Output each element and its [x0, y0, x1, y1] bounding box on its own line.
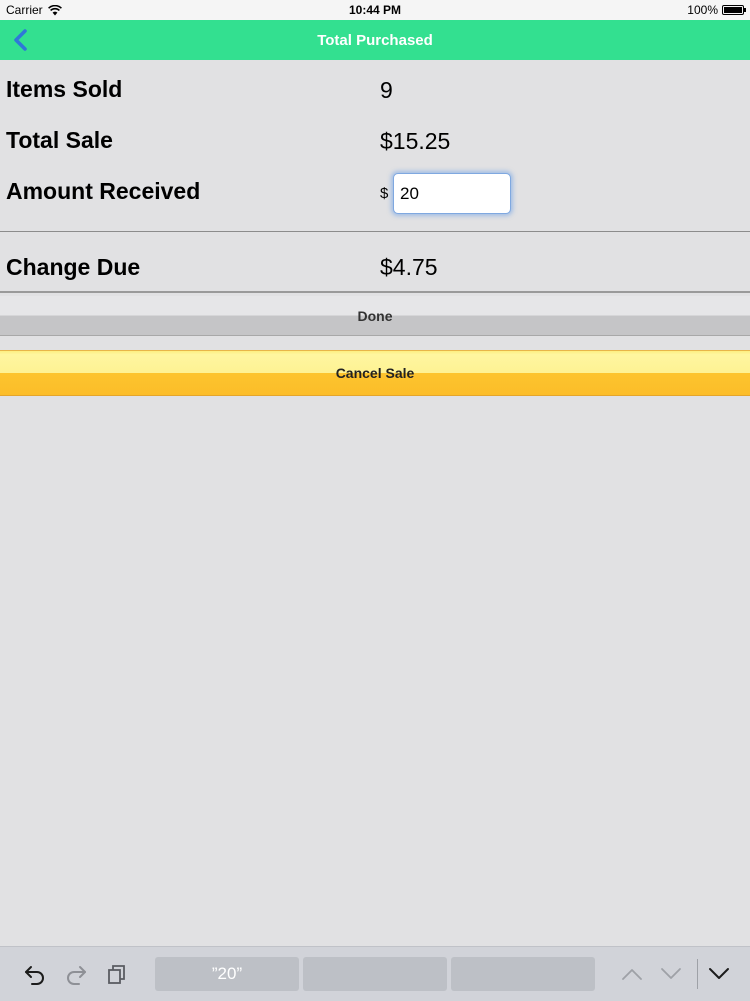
battery-percent: 100% — [687, 3, 718, 17]
page-title: Total Purchased — [317, 32, 433, 49]
suggestion-2[interactable] — [303, 957, 447, 991]
redo-icon[interactable] — [61, 947, 91, 1001]
clipboard-icon[interactable] — [102, 947, 132, 1001]
suggestion-1[interactable]: ”20” — [155, 957, 299, 991]
total-sale-label: Total Sale — [6, 127, 113, 153]
undo-icon[interactable] — [20, 947, 50, 1001]
battery-icon — [722, 5, 746, 15]
divider — [0, 231, 750, 232]
divider — [0, 291, 750, 293]
amount-received-input[interactable] — [393, 173, 511, 214]
cancel-sale-button[interactable]: Cancel Sale — [0, 350, 750, 396]
chevron-up-icon[interactable] — [617, 947, 647, 1001]
suggestion-3[interactable] — [451, 957, 595, 991]
status-time: 10:44 PM — [348, 3, 402, 17]
change-due-value: $4.75 — [380, 254, 438, 280]
keyboard-shortcut-bar: ”20” — [0, 946, 750, 1001]
currency-symbol: $ — [380, 185, 389, 202]
chevron-down-icon[interactable] — [656, 947, 686, 1001]
divider — [697, 959, 698, 989]
items-sold-value: 9 — [380, 77, 393, 103]
amount-received-label: Amount Received — [6, 178, 201, 204]
battery-indicator: 100% — [687, 3, 746, 17]
total-sale-value: $15.25 — [380, 128, 451, 154]
done-button[interactable]: Done — [0, 296, 750, 336]
navigation-bar: Total Purchased — [0, 20, 750, 60]
status-bar: Carrier 10:44 PM 100% — [0, 0, 750, 20]
items-sold-label: Items Sold — [6, 76, 123, 102]
change-due-label: Change Due — [6, 254, 141, 280]
keyboard-dismiss-icon[interactable] — [704, 947, 734, 1001]
